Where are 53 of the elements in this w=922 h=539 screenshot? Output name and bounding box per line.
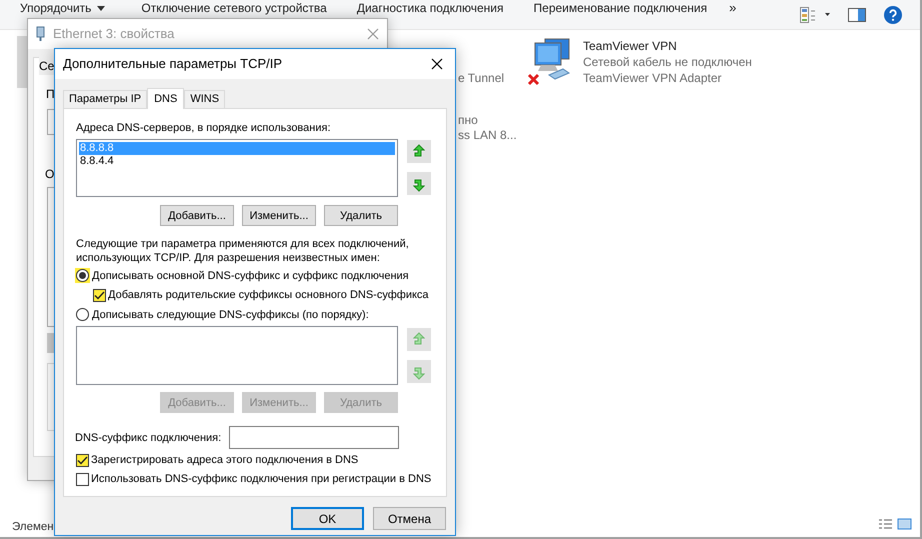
checkbox[interactable]	[93, 288, 106, 302]
button[interactable]: Удалить	[324, 205, 398, 226]
dialog-title: Дополнительные параметры TCP/IP	[63, 55, 282, 74]
tab[interactable]: Параметры IP	[63, 90, 148, 108]
radio-label: Дописывать следующие DNS-суффиксы (по порядку):	[92, 308, 369, 322]
section-label: О	[45, 166, 54, 183]
toolbar-button[interactable]: Упорядочить	[0, 1, 106, 15]
tab[interactable]: DNS	[147, 88, 184, 109]
description-text: Следующие три параметра применяются для всех подключений, использующих TCP/IP. Для разрешения неизвестных имен:	[76, 237, 410, 265]
checkbox-label: Добавлять родительские суффиксы основного DNS-суффикса	[108, 288, 429, 302]
help-icon[interactable]	[884, 6, 902, 24]
connection-text: e Tunnel	[458, 70, 504, 87]
move-down-button[interactable]	[407, 172, 431, 195]
radio-button[interactable]	[75, 307, 90, 322]
close-icon[interactable]	[431, 58, 443, 70]
connection-status: Сетевой кабель не подключен	[583, 54, 752, 70]
section-label: П	[46, 86, 55, 103]
field-label: DNS-суффикс подключения:	[75, 430, 222, 444]
view-options-icon[interactable]	[800, 7, 830, 23]
connection-name: TeamViewer VPN	[583, 38, 678, 54]
view-toggle-icon[interactable]	[878, 518, 912, 530]
suffix-field[interactable]	[229, 426, 400, 449]
checkbox-label: Использовать DNS-суффикс подключения при регистрации в DNS	[91, 472, 432, 486]
toolbar-button[interactable]: Диагностика подключения	[326, 1, 504, 15]
adapter-name: TeamViewer VPN Adapter	[583, 70, 723, 86]
dialog-button[interactable]: Отмена	[373, 507, 446, 530]
button[interactable]: Добавить...	[160, 205, 234, 226]
list-item[interactable]: 8.8.4.4	[79, 155, 395, 168]
dialog-button[interactable]: OK	[291, 507, 364, 530]
connection-text: ss LAN 8...	[458, 127, 517, 144]
tab-label[interactable]: Се	[39, 57, 54, 75]
dns-server-list[interactable]: 8.8.8.8 8.8.4.4	[76, 139, 398, 197]
list-label: Адреса DNS-серверов, в порядке использования:	[76, 121, 332, 135]
more-button[interactable]: »	[729, 1, 736, 15]
checkbox[interactable]	[76, 454, 89, 466]
arrow-up-icon	[413, 332, 425, 348]
button[interactable]: Изменить...	[242, 205, 316, 226]
toolbar-button[interactable]: Отключение сетевого устройства	[105, 1, 327, 15]
window-title: Ethernet 3: свойства	[53, 25, 174, 44]
status-bar-text: Элемен	[12, 520, 54, 535]
toolbar-button[interactable]: Переименование подключения	[504, 1, 708, 15]
arrow-up-icon	[413, 144, 425, 160]
tab[interactable]: WINS	[184, 90, 226, 108]
preview-pane-icon[interactable]	[848, 8, 866, 22]
checkbox-label: Зарегистрировать адреса этого подключения в DNS	[91, 453, 358, 467]
connection-text: пно	[458, 112, 478, 129]
radio-label: Дописывать основной DNS-суффикс и суффикс подключения	[92, 268, 409, 282]
move-up-button[interactable]	[407, 140, 431, 163]
radio-button[interactable]	[75, 268, 90, 283]
caret-icon	[97, 6, 106, 10]
network-icon	[36, 26, 45, 42]
checkbox[interactable]	[76, 472, 89, 486]
suffix-list[interactable]	[76, 326, 398, 385]
